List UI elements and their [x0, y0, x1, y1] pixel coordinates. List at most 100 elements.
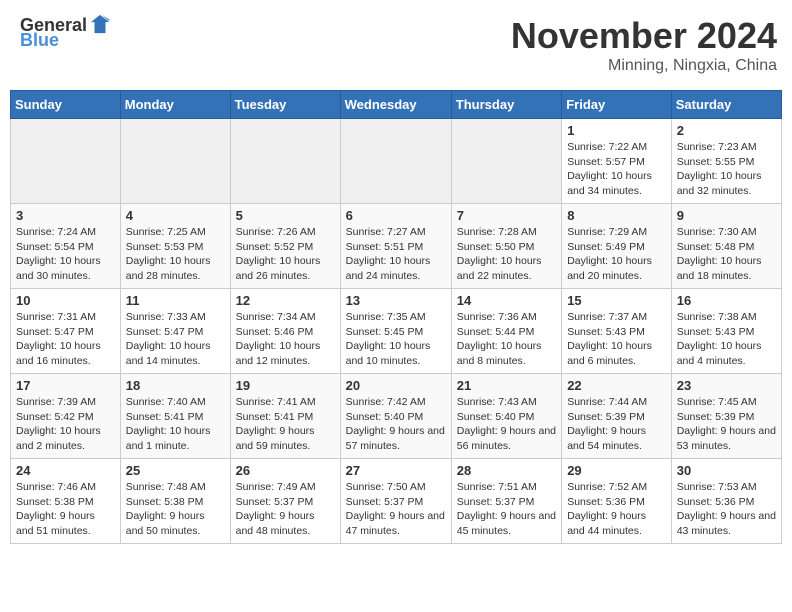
day-number: 24 [16, 463, 115, 478]
day-number: 30 [677, 463, 776, 478]
day-info: Sunrise: 7:37 AMSunset: 5:43 PMDaylight:… [567, 310, 666, 369]
calendar-header-wednesday: Wednesday [340, 91, 451, 119]
calendar-cell [120, 119, 230, 204]
day-number: 28 [457, 463, 556, 478]
day-number: 19 [236, 378, 335, 393]
day-info: Sunrise: 7:29 AMSunset: 5:49 PMDaylight:… [567, 225, 666, 284]
day-info: Sunrise: 7:38 AMSunset: 5:43 PMDaylight:… [677, 310, 776, 369]
calendar-cell: 19 Sunrise: 7:41 AMSunset: 5:41 PMDayligh… [230, 374, 340, 459]
calendar-cell: 14 Sunrise: 7:36 AMSunset: 5:44 PMDayligh… [451, 289, 561, 374]
calendar-cell: 12Sunrise: 7:34 AMSunset: 5:46 PMDayligh… [230, 289, 340, 374]
day-number: 10 [16, 293, 115, 308]
calendar-cell: 30Sunrise: 7:53 AMSunset: 5:36 PMDayligh… [671, 459, 781, 544]
day-info: Sunrise: 7:30 AMSunset: 5:48 PMDaylight:… [677, 225, 776, 284]
day-number: 4 [126, 208, 225, 223]
calendar-cell: 13Sunrise: 7:35 AMSunset: 5:45 PMDayligh… [340, 289, 451, 374]
calendar-week-row: 10 Sunrise: 7:31 AMSunset: 5:47 PMDayligh… [11, 289, 782, 374]
calendar-cell: 9 Sunrise: 7:30 AMSunset: 5:48 PMDaylight… [671, 204, 781, 289]
calendar-week-row: 24 Sunrise: 7:46 AMSunset: 5:38 PMDayligh… [11, 459, 782, 544]
day-number: 1 [567, 123, 666, 138]
calendar-cell [230, 119, 340, 204]
day-info: Sunrise: 7:33 AMSunset: 5:47 PMDaylight:… [126, 310, 225, 369]
calendar-cell: 15 Sunrise: 7:37 AMSunset: 5:43 PMDayligh… [562, 289, 672, 374]
calendar-cell: 20Sunrise: 7:42 AMSunset: 5:40 PMDayligh… [340, 374, 451, 459]
calendar-cell: 25Sunrise: 7:48 AMSunset: 5:38 PMDayligh… [120, 459, 230, 544]
day-info: Sunrise: 7:45 AMSunset: 5:39 PMDaylight:… [677, 395, 776, 454]
day-info: Sunrise: 7:51 AMSunset: 5:37 PMDaylight:… [457, 480, 556, 539]
calendar-cell: 7 Sunrise: 7:28 AMSunset: 5:50 PMDaylight… [451, 204, 561, 289]
day-number: 14 [457, 293, 556, 308]
day-info: Sunrise: 7:34 AMSunset: 5:46 PMDaylight:… [236, 310, 335, 369]
day-info: Sunrise: 7:22 AMSunset: 5:57 PMDaylight:… [567, 140, 666, 199]
day-info: Sunrise: 7:52 AMSunset: 5:36 PMDaylight:… [567, 480, 666, 539]
calendar-cell: 27Sunrise: 7:50 AMSunset: 5:37 PMDayligh… [340, 459, 451, 544]
calendar-table: SundayMondayTuesdayWednesdayThursdayFrid… [10, 90, 782, 544]
day-number: 21 [457, 378, 556, 393]
day-number: 5 [236, 208, 335, 223]
month-title: November 2024 [511, 15, 777, 57]
logo-blue-text: Blue [20, 30, 59, 51]
page-header: General Blue November 2024 Minning, Ning… [10, 10, 782, 80]
day-number: 17 [16, 378, 115, 393]
calendar-header-sunday: Sunday [11, 91, 121, 119]
calendar-header-friday: Friday [562, 91, 672, 119]
day-info: Sunrise: 7:31 AMSunset: 5:47 PMDaylight:… [16, 310, 115, 369]
day-info: Sunrise: 7:24 AMSunset: 5:54 PMDaylight:… [16, 225, 115, 284]
calendar-cell: 18Sunrise: 7:40 AMSunset: 5:41 PMDayligh… [120, 374, 230, 459]
day-number: 16 [677, 293, 776, 308]
calendar-cell: 23 Sunrise: 7:45 AMSunset: 5:39 PMDayligh… [671, 374, 781, 459]
day-number: 22 [567, 378, 666, 393]
day-info: Sunrise: 7:39 AMSunset: 5:42 PMDaylight:… [16, 395, 115, 454]
calendar-cell: 8Sunrise: 7:29 AMSunset: 5:49 PMDaylight… [562, 204, 672, 289]
calendar-cell: 29 Sunrise: 7:52 AMSunset: 5:36 PMDayligh… [562, 459, 672, 544]
day-number: 27 [346, 463, 446, 478]
day-number: 7 [457, 208, 556, 223]
day-number: 9 [677, 208, 776, 223]
day-number: 15 [567, 293, 666, 308]
day-info: Sunrise: 7:43 AMSunset: 5:40 PMDaylight:… [457, 395, 556, 454]
day-info: Sunrise: 7:44 AMSunset: 5:39 PMDaylight:… [567, 395, 666, 454]
calendar-week-row: 17 Sunrise: 7:39 AMSunset: 5:42 PMDayligh… [11, 374, 782, 459]
calendar-cell: 5Sunrise: 7:26 AMSunset: 5:52 PMDaylight… [230, 204, 340, 289]
day-info: Sunrise: 7:41 AMSunset: 5:41 PMDaylight:… [236, 395, 335, 454]
calendar-cell: 16 Sunrise: 7:38 AMSunset: 5:43 PMDayligh… [671, 289, 781, 374]
calendar-cell [340, 119, 451, 204]
day-number: 29 [567, 463, 666, 478]
day-info: Sunrise: 7:23 AMSunset: 5:55 PMDaylight:… [677, 140, 776, 199]
calendar-cell: 21 Sunrise: 7:43 AMSunset: 5:40 PMDayligh… [451, 374, 561, 459]
calendar-header-thursday: Thursday [451, 91, 561, 119]
day-number: 2 [677, 123, 776, 138]
day-info: Sunrise: 7:49 AMSunset: 5:37 PMDaylight:… [236, 480, 335, 539]
calendar-header-saturday: Saturday [671, 91, 781, 119]
calendar-cell: 26Sunrise: 7:49 AMSunset: 5:37 PMDayligh… [230, 459, 340, 544]
calendar-week-row: 3 Sunrise: 7:24 AMSunset: 5:54 PMDaylight… [11, 204, 782, 289]
day-number: 25 [126, 463, 225, 478]
day-number: 11 [126, 293, 225, 308]
calendar-header-monday: Monday [120, 91, 230, 119]
calendar-cell [11, 119, 121, 204]
day-number: 23 [677, 378, 776, 393]
day-info: Sunrise: 7:40 AMSunset: 5:41 PMDaylight:… [126, 395, 225, 454]
calendar-header-tuesday: Tuesday [230, 91, 340, 119]
calendar-cell: 6 Sunrise: 7:27 AMSunset: 5:51 PMDaylight… [340, 204, 451, 289]
day-info: Sunrise: 7:36 AMSunset: 5:44 PMDaylight:… [457, 310, 556, 369]
day-number: 20 [346, 378, 446, 393]
calendar-week-row: 1 Sunrise: 7:22 AMSunset: 5:57 PMDaylight… [11, 119, 782, 204]
day-number: 13 [346, 293, 446, 308]
logo-icon [89, 13, 111, 35]
calendar-cell: 1 Sunrise: 7:22 AMSunset: 5:57 PMDaylight… [562, 119, 672, 204]
calendar-cell: 22 Sunrise: 7:44 AMSunset: 5:39 PMDayligh… [562, 374, 672, 459]
day-number: 3 [16, 208, 115, 223]
day-info: Sunrise: 7:28 AMSunset: 5:50 PMDaylight:… [457, 225, 556, 284]
calendar-header-row: SundayMondayTuesdayWednesdayThursdayFrid… [11, 91, 782, 119]
day-number: 6 [346, 208, 446, 223]
calendar-cell: 2 Sunrise: 7:23 AMSunset: 5:55 PMDaylight… [671, 119, 781, 204]
location-title: Minning, Ningxia, China [511, 57, 777, 75]
day-info: Sunrise: 7:25 AMSunset: 5:53 PMDaylight:… [126, 225, 225, 284]
day-info: Sunrise: 7:27 AMSunset: 5:51 PMDaylight:… [346, 225, 446, 284]
day-info: Sunrise: 7:46 AMSunset: 5:38 PMDaylight:… [16, 480, 115, 539]
calendar-cell: 3 Sunrise: 7:24 AMSunset: 5:54 PMDaylight… [11, 204, 121, 289]
logo: General Blue [20, 15, 111, 51]
calendar-cell: 10 Sunrise: 7:31 AMSunset: 5:47 PMDayligh… [11, 289, 121, 374]
calendar-cell: 4 Sunrise: 7:25 AMSunset: 5:53 PMDaylight… [120, 204, 230, 289]
